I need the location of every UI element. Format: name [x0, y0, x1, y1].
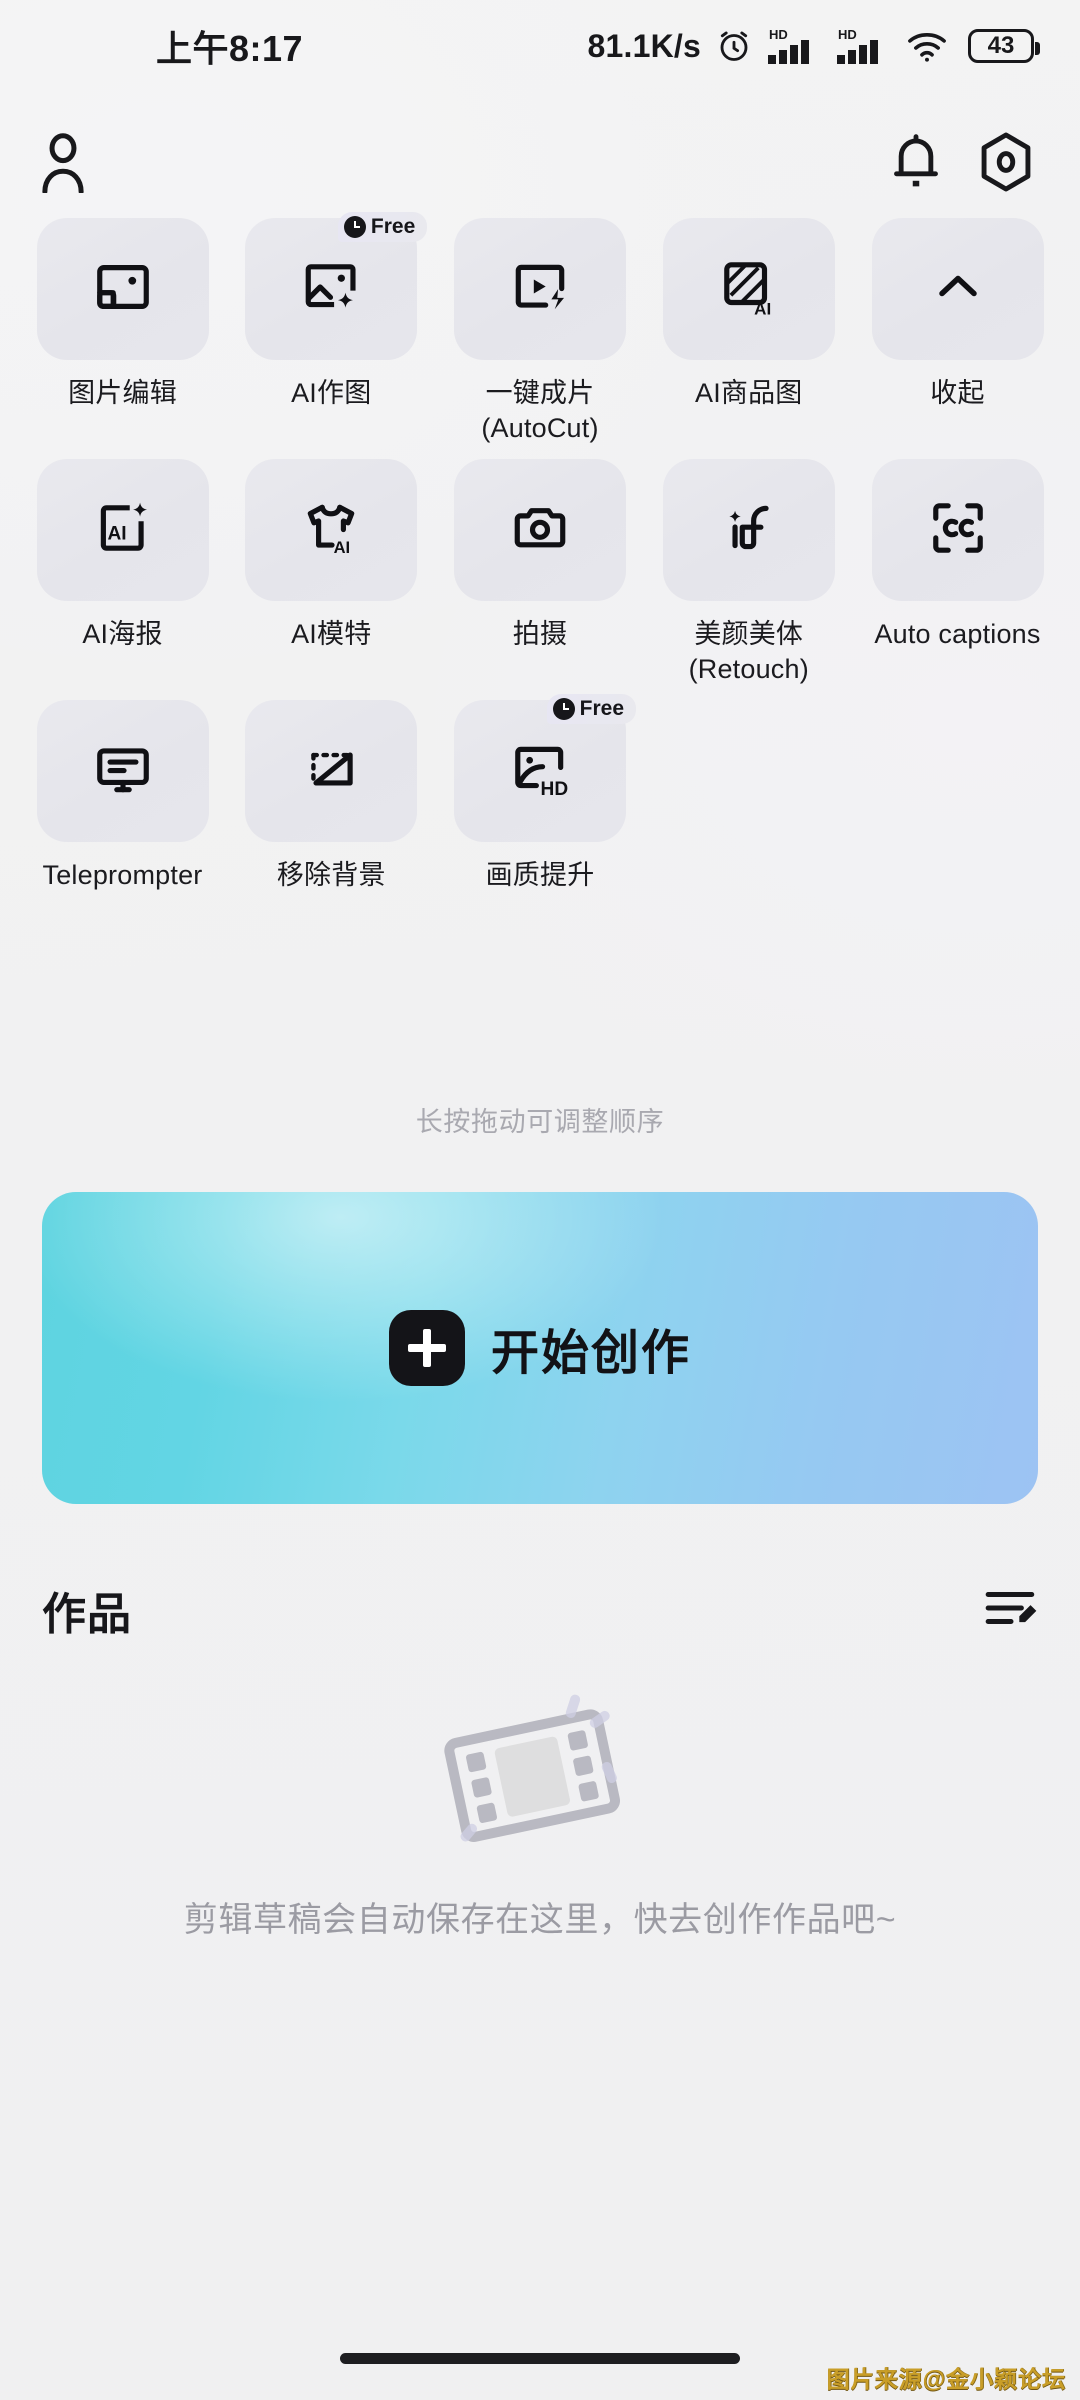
settings-button[interactable]: [978, 131, 1034, 198]
start-creating-button[interactable]: 开始创作: [42, 1192, 1038, 1504]
ai-image-sparkle-icon: [300, 256, 362, 323]
signal-bars-1-icon: HD: [767, 27, 821, 65]
tool-label: AI商品图: [694, 378, 803, 408]
app-screen: 上午8:17 81.1K/s HD HD 43 图片编辑 Free AI作图 一…: [0, 0, 1080, 2400]
tool-tile[interactable]: Free: [245, 212, 428, 360]
bell-icon: [890, 133, 942, 196]
home-indicator[interactable]: [340, 2353, 740, 2364]
battery-indicator: 43: [968, 29, 1040, 63]
tool-collapse[interactable]: 收起: [865, 218, 1050, 411]
teleprompter-monitor-icon: [92, 738, 154, 805]
tool-tile[interactable]: AI: [245, 459, 418, 602]
tool-autocut[interactable]: 一键成片 (AutoCut): [448, 218, 633, 445]
tool-tile[interactable]: [245, 700, 418, 843]
tool-auto-captions[interactable]: Auto captions: [865, 459, 1050, 652]
tool-label: 移除背景: [276, 860, 386, 891]
top-navigation: [0, 118, 1080, 210]
tool-tile[interactable]: AI: [662, 218, 835, 360]
tool-tile[interactable]: [454, 218, 626, 360]
tool-teleprompter[interactable]: Teleprompter: [30, 700, 215, 893]
tool-tile[interactable]: [871, 218, 1044, 360]
tool-label: AI作图: [291, 378, 372, 408]
ai-model-shirt-icon: AI: [299, 497, 363, 564]
film-strip-icon: [420, 1690, 660, 1850]
drag-order-hint: 长按拖动可调整顺序: [415, 1107, 665, 1137]
chevron-up-icon: [928, 257, 988, 322]
camera-icon: [509, 497, 571, 564]
free-badge: Free: [546, 694, 636, 725]
network-speed: 81.1K/s: [587, 27, 701, 64]
source-watermark: 图片来源@金小颖论坛: [826, 2366, 1066, 2392]
start-creating-label: 开始创作: [490, 1327, 691, 1380]
hd-label-2: HD: [838, 27, 857, 42]
free-badge: Free: [337, 212, 428, 242]
works-manage-button[interactable]: [984, 1585, 1038, 1636]
tool-label: 图片编辑: [68, 378, 177, 408]
tool-tile[interactable]: Free HD: [454, 694, 636, 843]
alarm-clock-icon: [716, 28, 752, 64]
tool-ai-product-image[interactable]: AI AI商品图: [656, 218, 841, 411]
tool-tile[interactable]: [662, 459, 835, 602]
works-header: 作品: [42, 1570, 1038, 1650]
tool-ai-model[interactable]: AI AI模特: [239, 459, 424, 652]
free-badge-label: Free: [370, 215, 416, 238]
tool-retouch[interactable]: 美颜美体 (Retouch): [656, 459, 841, 686]
tool-label: 美颜美体 (Retouch): [688, 619, 809, 684]
ai-poster-icon: AI: [92, 497, 154, 564]
image-edit-icon: [92, 256, 154, 323]
tool-label: 画质提升: [485, 860, 595, 891]
signal-bars-2-icon: HD: [836, 27, 890, 65]
wifi-icon: [905, 28, 949, 64]
settings-gear-icon: [978, 131, 1034, 198]
clock-icon: [552, 698, 575, 721]
tool-remove-background[interactable]: 移除背景: [239, 700, 424, 893]
profile-icon: [34, 131, 92, 198]
tool-label: AI海报: [82, 619, 163, 650]
tool-tile[interactable]: AI: [36, 459, 209, 602]
free-badge-label: Free: [579, 697, 624, 721]
svg-text:AI: AI: [107, 523, 126, 544]
tool-tile[interactable]: [36, 700, 209, 843]
tools-grid: 图片编辑 Free AI作图 一键成片 (AutoCut) AI AI商品图 收…: [0, 212, 1080, 907]
battery-level: 43: [987, 32, 1015, 59]
retouch-face-icon: [718, 497, 780, 564]
tool-ai-image[interactable]: Free AI作图: [239, 212, 428, 411]
tool-label: Auto captions: [874, 619, 1041, 650]
tool-label: 收起: [930, 378, 985, 408]
tool-label: 一键成片 (AutoCut): [481, 378, 599, 443]
svg-text:AI: AI: [754, 299, 771, 318]
tools-row-2: AI AI海报 AI AI模特 拍摄 美颜美体 (Retouch) Auto c…: [30, 459, 1050, 686]
status-bar: 上午8:17 81.1K/s HD HD 43: [0, 0, 1080, 92]
tool-tile[interactable]: [454, 459, 626, 602]
works-title: 作品: [42, 1590, 132, 1639]
closed-captions-icon: [927, 497, 989, 564]
tool-ai-poster[interactable]: AI AI海报: [30, 459, 215, 652]
tool-tile[interactable]: [36, 218, 209, 360]
tools-row-3: Teleprompter 移除背景 Free HD 画质提升: [30, 694, 1050, 893]
hd-label-1: HD: [769, 27, 788, 42]
clock-icon: [343, 216, 366, 238]
hd-enhance-icon: HD: [509, 738, 571, 805]
tool-label: AI模特: [291, 619, 372, 650]
svg-text:HD: HD: [541, 779, 569, 800]
tool-label: Teleprompter: [42, 860, 203, 891]
profile-button[interactable]: [34, 131, 92, 198]
tool-label: 拍摄: [512, 619, 568, 650]
notification-button[interactable]: [890, 133, 942, 196]
remove-background-icon: [300, 738, 362, 805]
status-icons: 81.1K/s HD HD 43: [587, 27, 1040, 65]
works-empty-state: 剪辑草稿会自动保存在这里，快去创作作品吧~: [0, 1690, 1080, 1945]
svg-text:AI: AI: [334, 537, 351, 556]
plus-icon: [388, 1310, 465, 1386]
status-time: 上午8:17: [156, 28, 304, 69]
ai-product-image-icon: AI: [718, 256, 780, 323]
tool-tile[interactable]: [871, 459, 1044, 602]
tools-row-1: 图片编辑 Free AI作图 一键成片 (AutoCut) AI AI商品图 收…: [30, 212, 1050, 445]
tool-hd-enhance[interactable]: Free HD 画质提升: [448, 694, 636, 893]
edit-list-icon: [984, 1591, 1038, 1635]
tool-capture[interactable]: 拍摄: [448, 459, 633, 652]
works-empty-text: 剪辑草稿会自动保存在这里，快去创作作品吧~: [183, 1901, 897, 1939]
tool-image-edit[interactable]: 图片编辑: [30, 218, 215, 411]
autocut-video-icon: [509, 256, 571, 323]
